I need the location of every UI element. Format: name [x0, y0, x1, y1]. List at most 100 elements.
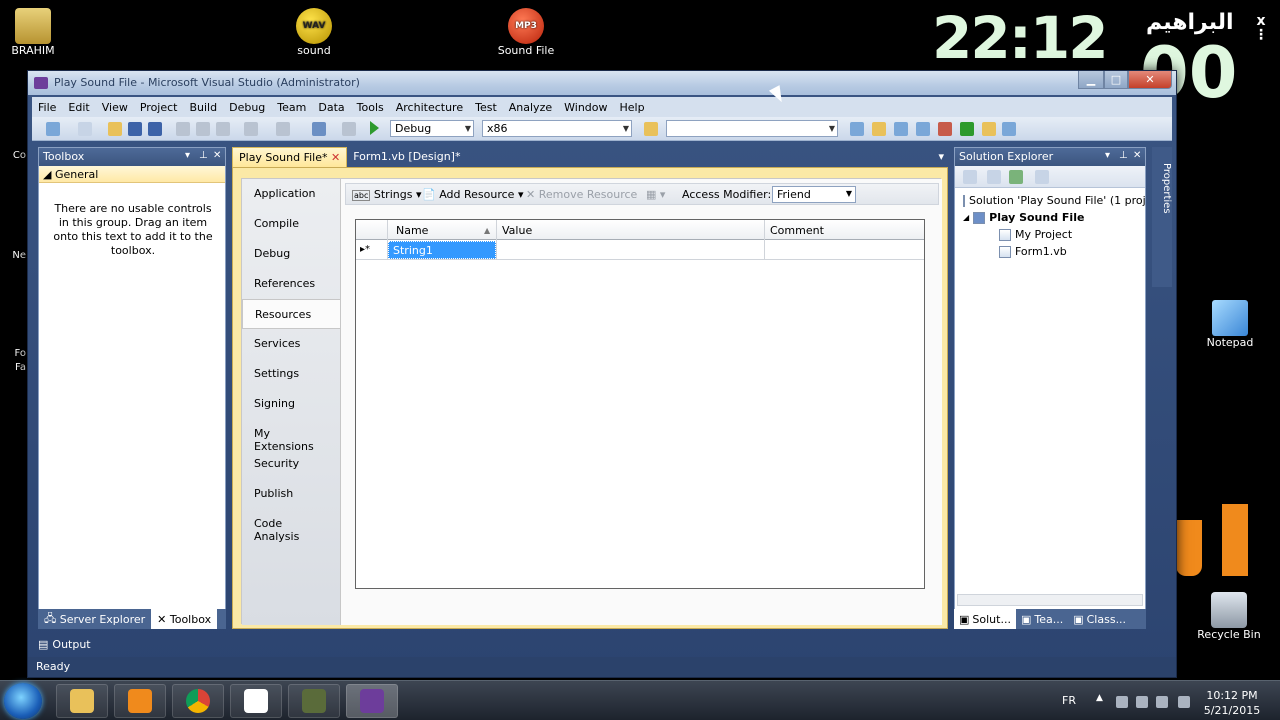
- tab-application[interactable]: Application: [242, 179, 340, 209]
- menu-view[interactable]: View: [96, 101, 134, 114]
- tab-signing[interactable]: Signing: [242, 389, 340, 419]
- minimize-button[interactable]: ▁: [1078, 71, 1104, 89]
- properties-side-tab[interactable]: Properties: [1152, 147, 1172, 287]
- volume-icon[interactable]: [1178, 696, 1190, 708]
- tab-server-explorer[interactable]: 🖧 Server Explorer: [38, 609, 151, 629]
- tab-code-analysis[interactable]: Code Analysis: [242, 509, 340, 543]
- menu-analyze[interactable]: Analyze: [503, 101, 558, 114]
- tab-security[interactable]: Security: [242, 449, 340, 479]
- start-button[interactable]: [4, 683, 42, 719]
- menu-edit[interactable]: Edit: [62, 101, 95, 114]
- tab-settings[interactable]: Settings: [242, 359, 340, 389]
- desktop-icon-stub[interactable]: Co: [0, 150, 26, 161]
- object-browser-icon[interactable]: [894, 122, 908, 136]
- form1-node[interactable]: Form1.vb: [999, 245, 1067, 258]
- command-window-icon[interactable]: [982, 122, 996, 136]
- views-dropdown-icon[interactable]: ▦ ▾: [646, 188, 665, 201]
- taskbar-chrome[interactable]: [172, 684, 224, 718]
- pin-icon[interactable]: ⊥: [199, 150, 208, 161]
- desktop-icon-stub[interactable]: Fa: [0, 362, 26, 373]
- horizontal-scrollbar[interactable]: [957, 594, 1143, 606]
- taskbar-apps[interactable]: [230, 684, 282, 718]
- open-file-icon[interactable]: [108, 122, 122, 136]
- start-page-icon[interactable]: [960, 122, 974, 136]
- add-item-icon[interactable]: [78, 122, 92, 136]
- tab-toolbox[interactable]: ✕ Toolbox: [151, 609, 218, 629]
- action-center-icon[interactable]: [1116, 696, 1128, 708]
- menu-architecture[interactable]: Architecture: [390, 101, 469, 114]
- paste-icon[interactable]: [216, 122, 230, 136]
- tab-solution-explorer[interactable]: ▣ Solut...: [954, 609, 1016, 629]
- remove-resource-button[interactable]: ✕ Remove Resource: [526, 188, 637, 201]
- network-icon[interactable]: [1136, 696, 1148, 708]
- menu-test[interactable]: Test: [469, 101, 503, 114]
- menu-project[interactable]: Project: [134, 101, 184, 114]
- tab-project-designer[interactable]: Play Sound File* ✕: [232, 147, 348, 167]
- solution-explorer-icon[interactable]: [850, 122, 864, 136]
- close-icon[interactable]: ✕: [213, 150, 221, 161]
- window-position-icon[interactable]: ▾: [1105, 150, 1110, 161]
- find-combo[interactable]: ▼: [666, 120, 838, 137]
- taskbar-visual-studio[interactable]: [346, 684, 398, 718]
- refresh-icon[interactable]: [1009, 170, 1023, 184]
- close-icon[interactable]: ✕: [331, 151, 340, 164]
- menu-help[interactable]: Help: [614, 101, 651, 114]
- menu-file[interactable]: File: [32, 101, 62, 114]
- pin-icon[interactable]: ⊥: [1119, 150, 1128, 161]
- extension-manager-icon[interactable]: [938, 122, 952, 136]
- column-header-value[interactable]: Value: [502, 224, 532, 237]
- view-class-diagram-icon[interactable]: [1035, 170, 1049, 184]
- toolbox-group-general[interactable]: ◢ General: [39, 166, 225, 183]
- menu-debug[interactable]: Debug: [223, 101, 271, 114]
- tab-class-view[interactable]: ▣ Class...: [1068, 609, 1131, 629]
- tab-references[interactable]: References: [242, 269, 340, 299]
- power-icon[interactable]: [1156, 696, 1168, 708]
- taskbar-explorer[interactable]: [56, 684, 108, 718]
- column-header-name[interactable]: Name: [396, 224, 428, 237]
- project-node[interactable]: ◢ Play Sound File: [963, 211, 1084, 224]
- table-row[interactable]: ▸* String1: [356, 240, 924, 260]
- desktop-icon-user-folder[interactable]: BRAHIM: [4, 8, 62, 57]
- tab-output[interactable]: ▤ Output: [38, 635, 91, 653]
- menu-window[interactable]: Window: [558, 101, 613, 114]
- save-all-icon[interactable]: [148, 122, 162, 136]
- desktop-icon-sound[interactable]: WAV sound: [288, 8, 340, 57]
- copy-icon[interactable]: [196, 122, 210, 136]
- menu-team[interactable]: Team: [271, 101, 312, 114]
- properties-window-icon[interactable]: [872, 122, 886, 136]
- show-all-files-icon[interactable]: [987, 170, 1001, 184]
- desktop-icon-stub[interactable]: Fo: [0, 348, 26, 359]
- toolbox-icon[interactable]: [916, 122, 930, 136]
- clock[interactable]: 10:12 PM 5/21/2015: [1202, 688, 1262, 718]
- undo-icon[interactable]: [244, 122, 258, 136]
- show-hidden-icons-icon[interactable]: ▲: [1096, 693, 1108, 705]
- title-bar[interactable]: Play Sound File - Microsoft Visual Studi…: [28, 71, 1176, 95]
- resource-category-dropdown[interactable]: abc Strings ▾: [352, 188, 421, 201]
- tab-services[interactable]: Services: [242, 329, 340, 359]
- tab-compile[interactable]: Compile: [242, 209, 340, 239]
- desktop-icon-notepad[interactable]: Notepad: [1200, 300, 1260, 349]
- tab-team-explorer[interactable]: ▣ Tea...: [1016, 609, 1068, 629]
- column-header-comment[interactable]: Comment: [770, 224, 824, 237]
- menu-data[interactable]: Data: [312, 101, 350, 114]
- access-modifier-combo[interactable]: Friend ▼: [772, 186, 856, 203]
- desktop-icon-sound-file[interactable]: MP3 Sound File: [494, 8, 558, 57]
- properties-icon[interactable]: [963, 170, 977, 184]
- save-icon[interactable]: [128, 122, 142, 136]
- navigate-forward-icon[interactable]: [342, 122, 356, 136]
- desktop-icon-stub[interactable]: Ne: [0, 250, 26, 261]
- expand-arrow-icon[interactable]: ◢: [963, 213, 969, 222]
- navigate-backward-icon[interactable]: [312, 122, 326, 136]
- language-indicator[interactable]: FR: [1062, 694, 1076, 707]
- add-resource-button[interactable]: 📄 Add Resource ▾: [422, 188, 523, 201]
- tab-my-extensions[interactable]: My Extensions: [242, 419, 340, 453]
- tab-publish[interactable]: Publish: [242, 479, 340, 509]
- solution-platform-combo[interactable]: x86 ▼: [482, 120, 632, 137]
- tab-form1-design[interactable]: Form1.vb [Design]*: [347, 147, 466, 167]
- maximize-button[interactable]: □: [1104, 71, 1128, 89]
- start-debugging-icon[interactable]: [370, 121, 379, 135]
- tab-resources[interactable]: Resources: [242, 299, 342, 329]
- redo-icon[interactable]: [276, 122, 290, 136]
- gadget-close-icon[interactable]: x ⋮: [1254, 14, 1268, 42]
- taskbar-media-player[interactable]: [114, 684, 166, 718]
